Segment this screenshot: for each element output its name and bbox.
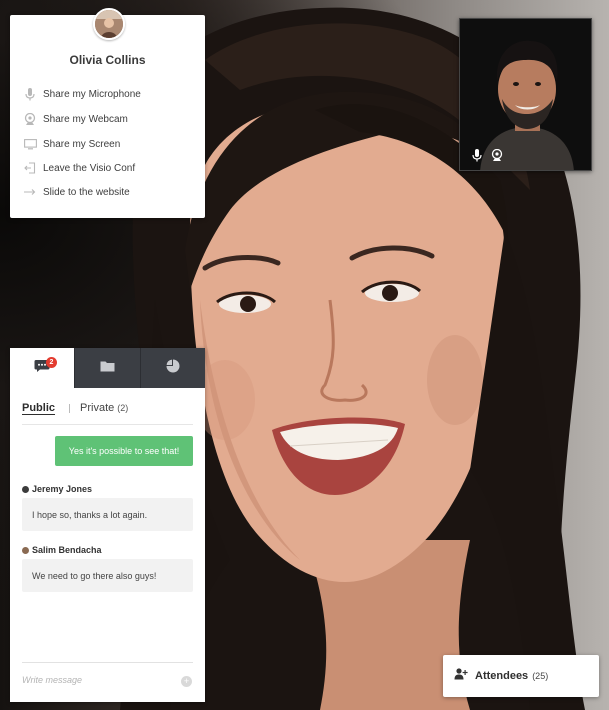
author-avatar [22, 546, 29, 554]
profile-card: Olivia Collins Share my Microphone Share… [10, 8, 205, 218]
tab-public[interactable]: Public [22, 402, 55, 414]
menu-label: Leave the Visio Conf [43, 162, 136, 174]
microphone-icon[interactable] [470, 148, 484, 162]
microphone-icon [23, 88, 37, 102]
private-count: (2) [117, 403, 129, 413]
menu-label: Share my Screen [43, 138, 121, 150]
message-bubble: I hope so, thanks a lot again. [22, 498, 193, 531]
compose-divider [22, 662, 193, 663]
tab-chat[interactable]: 2 [10, 348, 75, 388]
message-bubble: We need to go there also guys! [22, 559, 193, 592]
user-name: Olivia Collins [69, 53, 146, 67]
users-icon [454, 667, 468, 685]
divider [22, 424, 193, 425]
author-avatar [22, 485, 29, 493]
share-webcam-item[interactable]: Share my Webcam [23, 106, 198, 132]
panel-tabs: 2 [10, 348, 205, 388]
slide-to-website-item[interactable]: Slide to the website [23, 180, 198, 204]
tab-private[interactable]: Private (2) [80, 402, 128, 414]
screen-icon [23, 137, 37, 151]
own-message: Yes it's possible to see that! [55, 436, 193, 466]
attendees-count: (25) [532, 671, 549, 681]
profile-menu: Share my Microphone Share my Webcam Shar… [23, 83, 198, 204]
menu-label: Share my Microphone [43, 89, 141, 100]
tab-stats[interactable] [139, 348, 205, 388]
tab-files[interactable] [74, 348, 140, 388]
author-name: Salim Bendacha [32, 545, 102, 555]
webcam-icon [23, 112, 37, 126]
remote-participant-video[interactable] [459, 18, 592, 171]
webcam-icon[interactable] [490, 148, 504, 162]
unread-badge: 2 [46, 357, 57, 368]
chat-panel: 2 Public Private (2) Yes it's possible to… [10, 348, 205, 702]
remote-controls [470, 148, 504, 162]
avatar-image [95, 10, 123, 38]
plus-icon[interactable]: + [181, 676, 192, 687]
leave-conference-item[interactable]: Leave the Visio Conf [23, 156, 198, 180]
chat-subtabs: Public Private (2) [22, 402, 128, 414]
menu-label: Slide to the website [43, 186, 130, 198]
subtab-divider [69, 403, 71, 413]
leave-icon [23, 161, 37, 175]
author-name: Jeremy Jones [32, 484, 93, 494]
message-author: Salim Bendacha [22, 545, 102, 555]
arrow-right-icon [23, 185, 37, 199]
share-microphone-item[interactable]: Share my Microphone [23, 83, 198, 106]
message-input[interactable] [22, 672, 193, 688]
folder-icon [100, 359, 115, 377]
message-author: Jeremy Jones [22, 484, 92, 494]
attendees-label: Attendees [475, 670, 529, 682]
pie-chart-icon [166, 359, 180, 378]
avatar[interactable] [93, 8, 125, 40]
share-screen-item[interactable]: Share my Screen [23, 132, 198, 156]
tab-private-label: Private [80, 402, 115, 414]
menu-label: Share my Webcam [43, 113, 128, 125]
attendees-button[interactable]: Attendees (25) [443, 655, 599, 697]
